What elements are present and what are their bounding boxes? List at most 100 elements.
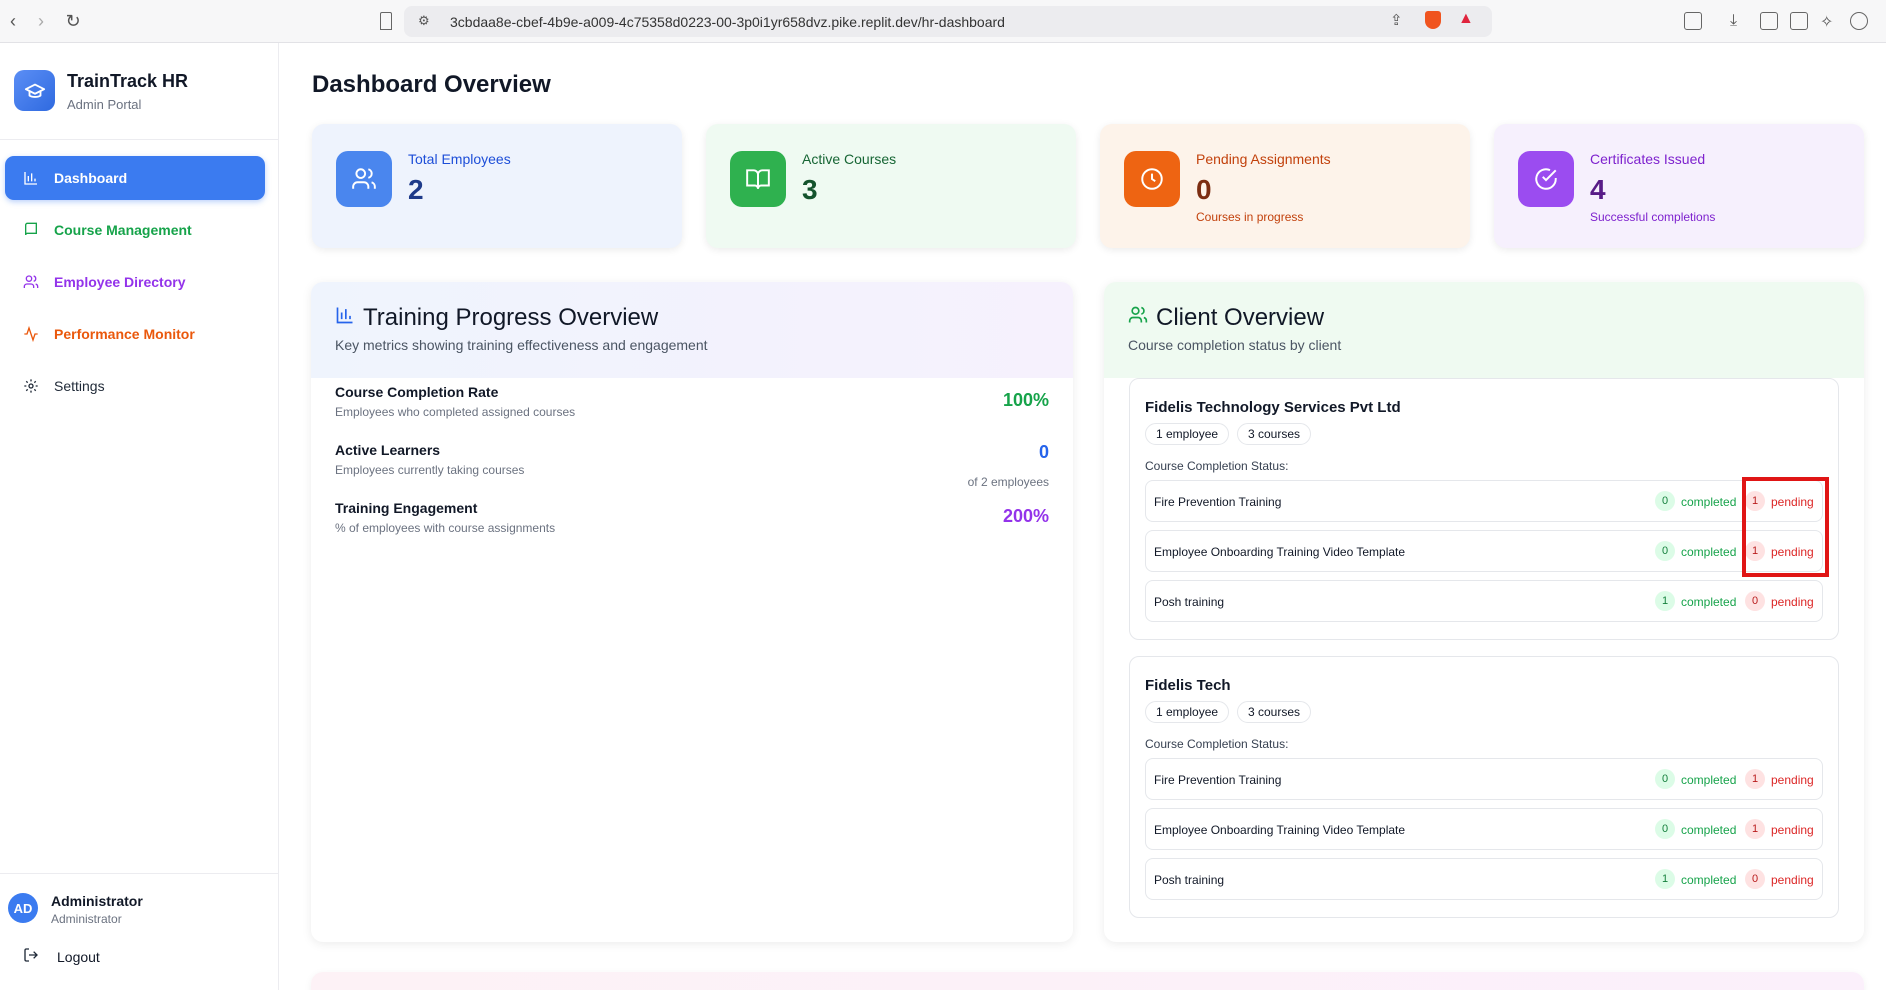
- metric-value: 200%: [1002, 506, 1049, 526]
- bookmark-icon[interactable]: [380, 12, 392, 30]
- back-icon[interactable]: ‹: [2, 10, 24, 32]
- pending-label: pending: [1771, 873, 1814, 887]
- logout-icon: [23, 947, 39, 966]
- metric-completion-rate: Course Completion Rate Employees who com…: [335, 384, 1049, 434]
- metric-desc: Employees currently taking courses: [335, 463, 525, 477]
- course-name: Fire Prevention Training: [1154, 773, 1282, 787]
- metric-desc: Employees who completed assigned courses: [335, 405, 576, 419]
- pending-count: 0: [1745, 591, 1765, 611]
- completed-count: 1: [1655, 591, 1675, 611]
- stat-label: Certificates Issued: [1590, 151, 1706, 167]
- bar-chart-icon: [335, 304, 355, 332]
- stat-value: 2: [408, 174, 424, 205]
- panel-title: Client Overview: [1128, 304, 1324, 332]
- user-name: Administrator: [51, 893, 143, 909]
- training-progress-panel: Training Progress Overview Key metrics s…: [311, 282, 1073, 942]
- sidebar-toggle-icon[interactable]: [1760, 12, 1778, 30]
- client-card: Fidelis Tech 1 employee 3 courses Course…: [1129, 656, 1839, 918]
- status-label: Course Completion Status:: [1145, 459, 1289, 473]
- check-circle-icon: [1518, 151, 1574, 207]
- status-label: Course Completion Status:: [1145, 737, 1289, 751]
- metric-active-learners: Active Learners Employees currently taki…: [335, 442, 1049, 492]
- panel-title: Training Progress Overview: [335, 304, 658, 332]
- completed-label: completed: [1681, 495, 1737, 509]
- stat-label: Total Employees: [408, 151, 511, 167]
- stat-value: 4: [1590, 174, 1606, 205]
- reload-icon[interactable]: ↻: [62, 10, 84, 32]
- stat-card-total-employees: Total Employees 2: [312, 124, 682, 248]
- logout-label: Logout: [57, 948, 100, 965]
- sidebar-item-settings[interactable]: Settings: [5, 364, 265, 408]
- sidebar-item-label: Employee Directory: [54, 274, 186, 290]
- graduation-cap-icon: [14, 70, 55, 111]
- browser-toolbar: ‹ › ↻ ⚙ 3cbdaa8e-cbef-4b9e-a009-4c75358d…: [0, 0, 1886, 43]
- users-icon: [22, 273, 40, 291]
- metric-value: 100%: [1002, 390, 1049, 410]
- book-open-icon: [730, 151, 786, 207]
- course-row: Employee Onboarding Training Video Templ…: [1145, 530, 1823, 572]
- download-icon[interactable]: ⤓: [1730, 12, 1748, 30]
- stat-value: 3: [802, 174, 818, 205]
- pending-count: 1: [1745, 769, 1765, 789]
- course-name: Employee Onboarding Training Video Templ…: [1154, 545, 1406, 559]
- sidebar-item-employee-directory[interactable]: Employee Directory: [5, 260, 265, 304]
- panel-subtitle: Course completion status by client: [1128, 337, 1342, 353]
- client-card: Fidelis Technology Services Pvt Ltd 1 em…: [1129, 378, 1839, 640]
- client-overview-panel: Client Overview Course completion status…: [1104, 282, 1864, 942]
- vpn-icon[interactable]: [1850, 12, 1868, 30]
- address-bar[interactable]: ⚙ 3cbdaa8e-cbef-4b9e-a009-4c75358d0223-0…: [404, 6, 1492, 37]
- stat-value: 0: [1196, 174, 1212, 205]
- stat-label: Active Courses: [802, 151, 897, 167]
- course-row: Fire Prevention Training 0 completed 1 p…: [1145, 480, 1823, 522]
- activity-icon: [22, 325, 40, 343]
- pending-count: 1: [1745, 819, 1765, 839]
- client-name: Fidelis Technology Services Pvt Ltd: [1145, 399, 1401, 416]
- sidebar-item-label: Dashboard: [54, 170, 128, 186]
- divider: [0, 873, 279, 874]
- sidebar-item-label: Settings: [54, 378, 105, 394]
- completed-count: 1: [1655, 869, 1675, 889]
- avatar[interactable]: AD: [8, 893, 38, 923]
- metric-extra: of 2 employees: [967, 475, 1049, 489]
- reader-icon[interactable]: [1684, 12, 1702, 30]
- user-role: Administrator: [51, 912, 122, 926]
- completed-count: 0: [1655, 491, 1675, 511]
- bar-chart-icon: [22, 169, 40, 187]
- metric-value: 0: [1038, 442, 1049, 462]
- course-name: Fire Prevention Training: [1154, 495, 1282, 509]
- course-count-badge: 3 courses: [1237, 701, 1312, 723]
- brand-title: TrainTrack HR: [67, 71, 189, 91]
- sidebar-item-course-management[interactable]: Course Management: [5, 208, 265, 252]
- clock-icon: [1124, 151, 1180, 207]
- course-name: Posh training: [1154, 595, 1225, 609]
- course-row: Employee Onboarding Training Video Templ…: [1145, 808, 1823, 850]
- completed-label: completed: [1681, 595, 1737, 609]
- course-row: Posh training 1 completed 0 pending: [1145, 580, 1823, 622]
- forward-icon[interactable]: ›: [30, 10, 52, 32]
- completed-label: completed: [1681, 545, 1737, 559]
- metric-engagement: Training Engagement % of employees with …: [335, 500, 1049, 550]
- brave-rewards-icon[interactable]: ▲: [1458, 10, 1474, 28]
- employee-count-badge: 1 employee: [1145, 423, 1230, 445]
- sidebar-item-label: Course Management: [54, 222, 192, 238]
- next-section-card: [311, 972, 1864, 990]
- brave-shield-icon[interactable]: [1425, 11, 1441, 29]
- site-settings-icon[interactable]: ⚙: [418, 13, 430, 29]
- book-icon: [22, 221, 40, 239]
- completed-count: 0: [1655, 819, 1675, 839]
- wallet-icon[interactable]: [1790, 12, 1808, 30]
- panel-header: Client Overview Course completion status…: [1104, 282, 1864, 378]
- completed-count: 0: [1655, 541, 1675, 561]
- pending-label: pending: [1771, 823, 1814, 837]
- sidebar-item-dashboard[interactable]: Dashboard: [5, 156, 265, 200]
- client-name: Fidelis Tech: [1145, 677, 1231, 694]
- completed-label: completed: [1681, 823, 1737, 837]
- brand-subtitle: Admin Portal: [67, 97, 142, 112]
- logout-button[interactable]: Logout: [23, 947, 100, 966]
- sidebar-item-performance-monitor[interactable]: Performance Monitor: [5, 312, 265, 356]
- annotation-highlight: [1742, 477, 1829, 577]
- users-icon: [1128, 304, 1148, 332]
- pending-label: pending: [1771, 595, 1814, 609]
- leo-ai-icon[interactable]: ✧: [1820, 12, 1838, 31]
- share-icon[interactable]: ⇪: [1390, 11, 1403, 29]
